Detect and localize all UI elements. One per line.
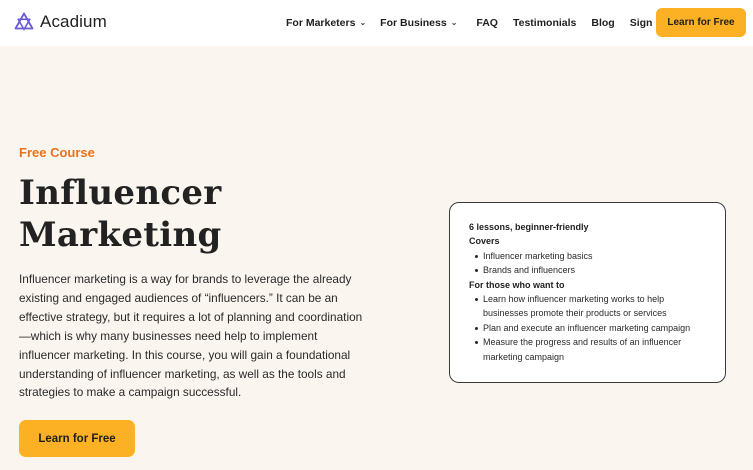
acadium-logo-icon [14,12,34,32]
nav-for-business-label: For Business [380,17,447,29]
chevron-down-icon: ⌄ [359,17,367,27]
audience-list: Learn how influencer marketing works to … [475,292,709,364]
chevron-down-icon: ⌄ [450,17,458,27]
audience-heading: For those who want to [469,279,565,290]
list-item: Influencer marketing basics [475,249,709,263]
list-item: Learn how influencer marketing works to … [475,292,709,321]
top-navigation-bar: Acadium For Marketers ⌄ For Business ⌄ F… [0,0,753,46]
nav-for-marketers-label: For Marketers [286,17,356,29]
page-title: Influencer Marketing [19,173,222,255]
nav-for-marketers[interactable]: For Marketers ⌄ [286,17,366,29]
course-eyebrow: Free Course [19,145,95,160]
header-learn-for-free-button[interactable]: Learn for Free [656,8,746,37]
nav-blog[interactable]: Blog [591,17,614,29]
main-nav: For Marketers ⌄ For Business ⌄ FAQ Testi… [286,0,665,46]
course-details-card: 6 lessons, beginner-friendly Covers Infl… [449,202,726,383]
brand-name: Acadium [40,12,107,31]
hero-learn-for-free-button[interactable]: Learn for Free [19,420,135,457]
list-item: Measure the progress and results of an i… [475,335,709,364]
nav-testimonials[interactable]: Testimonials [513,17,576,29]
course-description: Influencer marketing is a way for brands… [19,272,363,400]
list-item: Brands and influencers [475,263,709,277]
list-item: Plan and execute an influencer marketing… [475,321,709,335]
covers-heading: Covers [469,236,500,247]
nav-for-business[interactable]: For Business ⌄ [380,17,457,29]
course-summary: 6 lessons, beginner-friendly [469,222,589,232]
nav-faq[interactable]: FAQ [476,17,498,29]
covers-list: Influencer marketing basics Brands and i… [475,249,709,278]
brand-logo-link[interactable]: Acadium [14,12,107,32]
